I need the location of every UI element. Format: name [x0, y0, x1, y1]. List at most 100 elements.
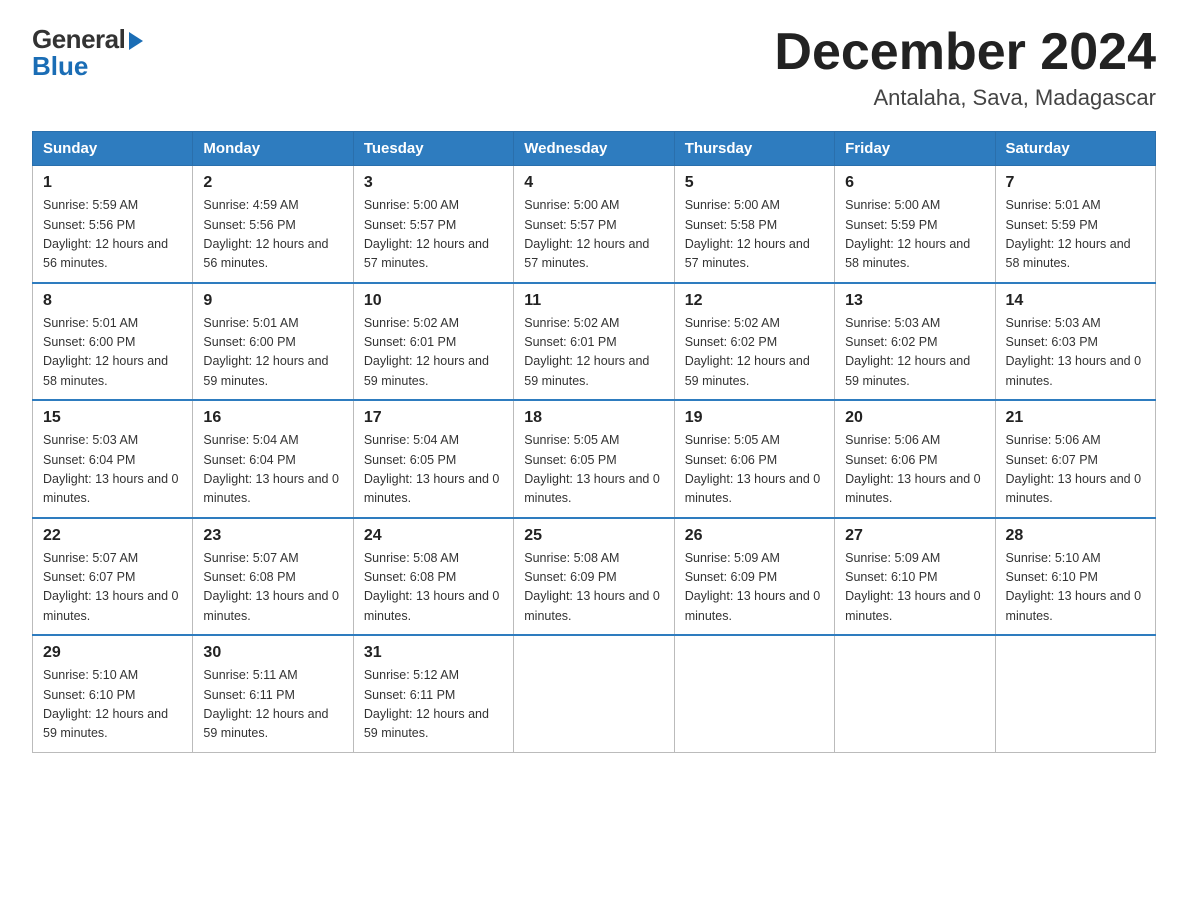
day-info: Sunrise: 5:09 AMSunset: 6:09 PMDaylight:… — [685, 551, 821, 623]
day-info: Sunrise: 5:01 AMSunset: 5:59 PMDaylight:… — [1006, 198, 1131, 270]
calendar-cell: 12 Sunrise: 5:02 AMSunset: 6:02 PMDaylig… — [674, 283, 834, 401]
day-info: Sunrise: 5:06 AMSunset: 6:06 PMDaylight:… — [845, 433, 981, 505]
day-number: 3 — [364, 174, 503, 192]
day-number: 19 — [685, 409, 824, 427]
calendar-table: SundayMondayTuesdayWednesdayThursdayFrid… — [32, 131, 1156, 753]
title-section: December 2024 Antalaha, Sava, Madagascar — [774, 24, 1156, 111]
day-info: Sunrise: 5:06 AMSunset: 6:07 PMDaylight:… — [1006, 433, 1142, 505]
calendar-week-3: 15 Sunrise: 5:03 AMSunset: 6:04 PMDaylig… — [33, 400, 1156, 518]
calendar-cell — [995, 635, 1155, 752]
calendar-cell: 8 Sunrise: 5:01 AMSunset: 6:00 PMDayligh… — [33, 283, 193, 401]
calendar-cell: 30 Sunrise: 5:11 AMSunset: 6:11 PMDaylig… — [193, 635, 353, 752]
calendar-cell: 26 Sunrise: 5:09 AMSunset: 6:09 PMDaylig… — [674, 518, 834, 636]
day-info: Sunrise: 5:59 AMSunset: 5:56 PMDaylight:… — [43, 198, 168, 270]
calendar-cell: 22 Sunrise: 5:07 AMSunset: 6:07 PMDaylig… — [33, 518, 193, 636]
calendar-cell: 25 Sunrise: 5:08 AMSunset: 6:09 PMDaylig… — [514, 518, 674, 636]
calendar-cell: 23 Sunrise: 5:07 AMSunset: 6:08 PMDaylig… — [193, 518, 353, 636]
day-info: Sunrise: 5:02 AMSunset: 6:01 PMDaylight:… — [524, 316, 649, 388]
day-number: 1 — [43, 174, 182, 192]
day-info: Sunrise: 4:59 AMSunset: 5:56 PMDaylight:… — [203, 198, 328, 270]
day-number: 11 — [524, 292, 663, 310]
day-number: 6 — [845, 174, 984, 192]
day-info: Sunrise: 5:11 AMSunset: 6:11 PMDaylight:… — [203, 668, 328, 740]
day-info: Sunrise: 5:00 AMSunset: 5:58 PMDaylight:… — [685, 198, 810, 270]
calendar-cell: 4 Sunrise: 5:00 AMSunset: 5:57 PMDayligh… — [514, 166, 674, 283]
calendar-cell: 2 Sunrise: 4:59 AMSunset: 5:56 PMDayligh… — [193, 166, 353, 283]
day-number: 12 — [685, 292, 824, 310]
calendar-week-4: 22 Sunrise: 5:07 AMSunset: 6:07 PMDaylig… — [33, 518, 1156, 636]
day-info: Sunrise: 5:00 AMSunset: 5:57 PMDaylight:… — [364, 198, 489, 270]
day-number: 24 — [364, 527, 503, 545]
calendar-cell: 7 Sunrise: 5:01 AMSunset: 5:59 PMDayligh… — [995, 166, 1155, 283]
day-number: 14 — [1006, 292, 1145, 310]
day-info: Sunrise: 5:00 AMSunset: 5:59 PMDaylight:… — [845, 198, 970, 270]
day-number: 21 — [1006, 409, 1145, 427]
day-info: Sunrise: 5:01 AMSunset: 6:00 PMDaylight:… — [43, 316, 168, 388]
day-number: 25 — [524, 527, 663, 545]
logo: General Blue — [32, 24, 143, 82]
day-info: Sunrise: 5:08 AMSunset: 6:09 PMDaylight:… — [524, 551, 660, 623]
day-header-wednesday: Wednesday — [514, 132, 674, 166]
calendar-cell: 21 Sunrise: 5:06 AMSunset: 6:07 PMDaylig… — [995, 400, 1155, 518]
logo-triangle-icon — [129, 32, 143, 50]
day-number: 22 — [43, 527, 182, 545]
day-number: 2 — [203, 174, 342, 192]
day-info: Sunrise: 5:07 AMSunset: 6:08 PMDaylight:… — [203, 551, 339, 623]
calendar-cell: 15 Sunrise: 5:03 AMSunset: 6:04 PMDaylig… — [33, 400, 193, 518]
day-info: Sunrise: 5:05 AMSunset: 6:06 PMDaylight:… — [685, 433, 821, 505]
day-info: Sunrise: 5:02 AMSunset: 6:02 PMDaylight:… — [685, 316, 810, 388]
day-info: Sunrise: 5:00 AMSunset: 5:57 PMDaylight:… — [524, 198, 649, 270]
day-number: 20 — [845, 409, 984, 427]
day-info: Sunrise: 5:07 AMSunset: 6:07 PMDaylight:… — [43, 551, 179, 623]
calendar-cell: 3 Sunrise: 5:00 AMSunset: 5:57 PMDayligh… — [353, 166, 513, 283]
day-number: 18 — [524, 409, 663, 427]
calendar-cell: 29 Sunrise: 5:10 AMSunset: 6:10 PMDaylig… — [33, 635, 193, 752]
day-info: Sunrise: 5:10 AMSunset: 6:10 PMDaylight:… — [1006, 551, 1142, 623]
calendar-cell: 11 Sunrise: 5:02 AMSunset: 6:01 PMDaylig… — [514, 283, 674, 401]
day-info: Sunrise: 5:08 AMSunset: 6:08 PMDaylight:… — [364, 551, 500, 623]
day-number: 26 — [685, 527, 824, 545]
calendar-cell — [674, 635, 834, 752]
calendar-cell: 6 Sunrise: 5:00 AMSunset: 5:59 PMDayligh… — [835, 166, 995, 283]
day-header-thursday: Thursday — [674, 132, 834, 166]
day-number: 13 — [845, 292, 984, 310]
calendar-header-row: SundayMondayTuesdayWednesdayThursdayFrid… — [33, 132, 1156, 166]
day-info: Sunrise: 5:05 AMSunset: 6:05 PMDaylight:… — [524, 433, 660, 505]
day-number: 8 — [43, 292, 182, 310]
day-info: Sunrise: 5:03 AMSunset: 6:03 PMDaylight:… — [1006, 316, 1142, 388]
calendar-cell: 20 Sunrise: 5:06 AMSunset: 6:06 PMDaylig… — [835, 400, 995, 518]
day-number: 5 — [685, 174, 824, 192]
day-info: Sunrise: 5:09 AMSunset: 6:10 PMDaylight:… — [845, 551, 981, 623]
calendar-cell: 10 Sunrise: 5:02 AMSunset: 6:01 PMDaylig… — [353, 283, 513, 401]
day-number: 4 — [524, 174, 663, 192]
day-number: 10 — [364, 292, 503, 310]
day-info: Sunrise: 5:03 AMSunset: 6:02 PMDaylight:… — [845, 316, 970, 388]
month-title: December 2024 — [774, 24, 1156, 81]
calendar-cell: 17 Sunrise: 5:04 AMSunset: 6:05 PMDaylig… — [353, 400, 513, 518]
day-number: 27 — [845, 527, 984, 545]
calendar-cell — [835, 635, 995, 752]
day-header-tuesday: Tuesday — [353, 132, 513, 166]
day-number: 15 — [43, 409, 182, 427]
calendar-cell: 24 Sunrise: 5:08 AMSunset: 6:08 PMDaylig… — [353, 518, 513, 636]
day-number: 31 — [364, 644, 503, 662]
day-number: 16 — [203, 409, 342, 427]
calendar-cell: 28 Sunrise: 5:10 AMSunset: 6:10 PMDaylig… — [995, 518, 1155, 636]
page-header: General Blue December 2024 Antalaha, Sav… — [32, 24, 1156, 111]
calendar-cell: 16 Sunrise: 5:04 AMSunset: 6:04 PMDaylig… — [193, 400, 353, 518]
day-info: Sunrise: 5:04 AMSunset: 6:05 PMDaylight:… — [364, 433, 500, 505]
calendar-week-2: 8 Sunrise: 5:01 AMSunset: 6:00 PMDayligh… — [33, 283, 1156, 401]
day-info: Sunrise: 5:03 AMSunset: 6:04 PMDaylight:… — [43, 433, 179, 505]
calendar-cell: 13 Sunrise: 5:03 AMSunset: 6:02 PMDaylig… — [835, 283, 995, 401]
day-info: Sunrise: 5:10 AMSunset: 6:10 PMDaylight:… — [43, 668, 168, 740]
day-header-friday: Friday — [835, 132, 995, 166]
day-header-monday: Monday — [193, 132, 353, 166]
calendar-cell: 19 Sunrise: 5:05 AMSunset: 6:06 PMDaylig… — [674, 400, 834, 518]
day-info: Sunrise: 5:02 AMSunset: 6:01 PMDaylight:… — [364, 316, 489, 388]
day-number: 7 — [1006, 174, 1145, 192]
day-number: 17 — [364, 409, 503, 427]
day-number: 28 — [1006, 527, 1145, 545]
day-number: 30 — [203, 644, 342, 662]
day-header-saturday: Saturday — [995, 132, 1155, 166]
day-number: 29 — [43, 644, 182, 662]
